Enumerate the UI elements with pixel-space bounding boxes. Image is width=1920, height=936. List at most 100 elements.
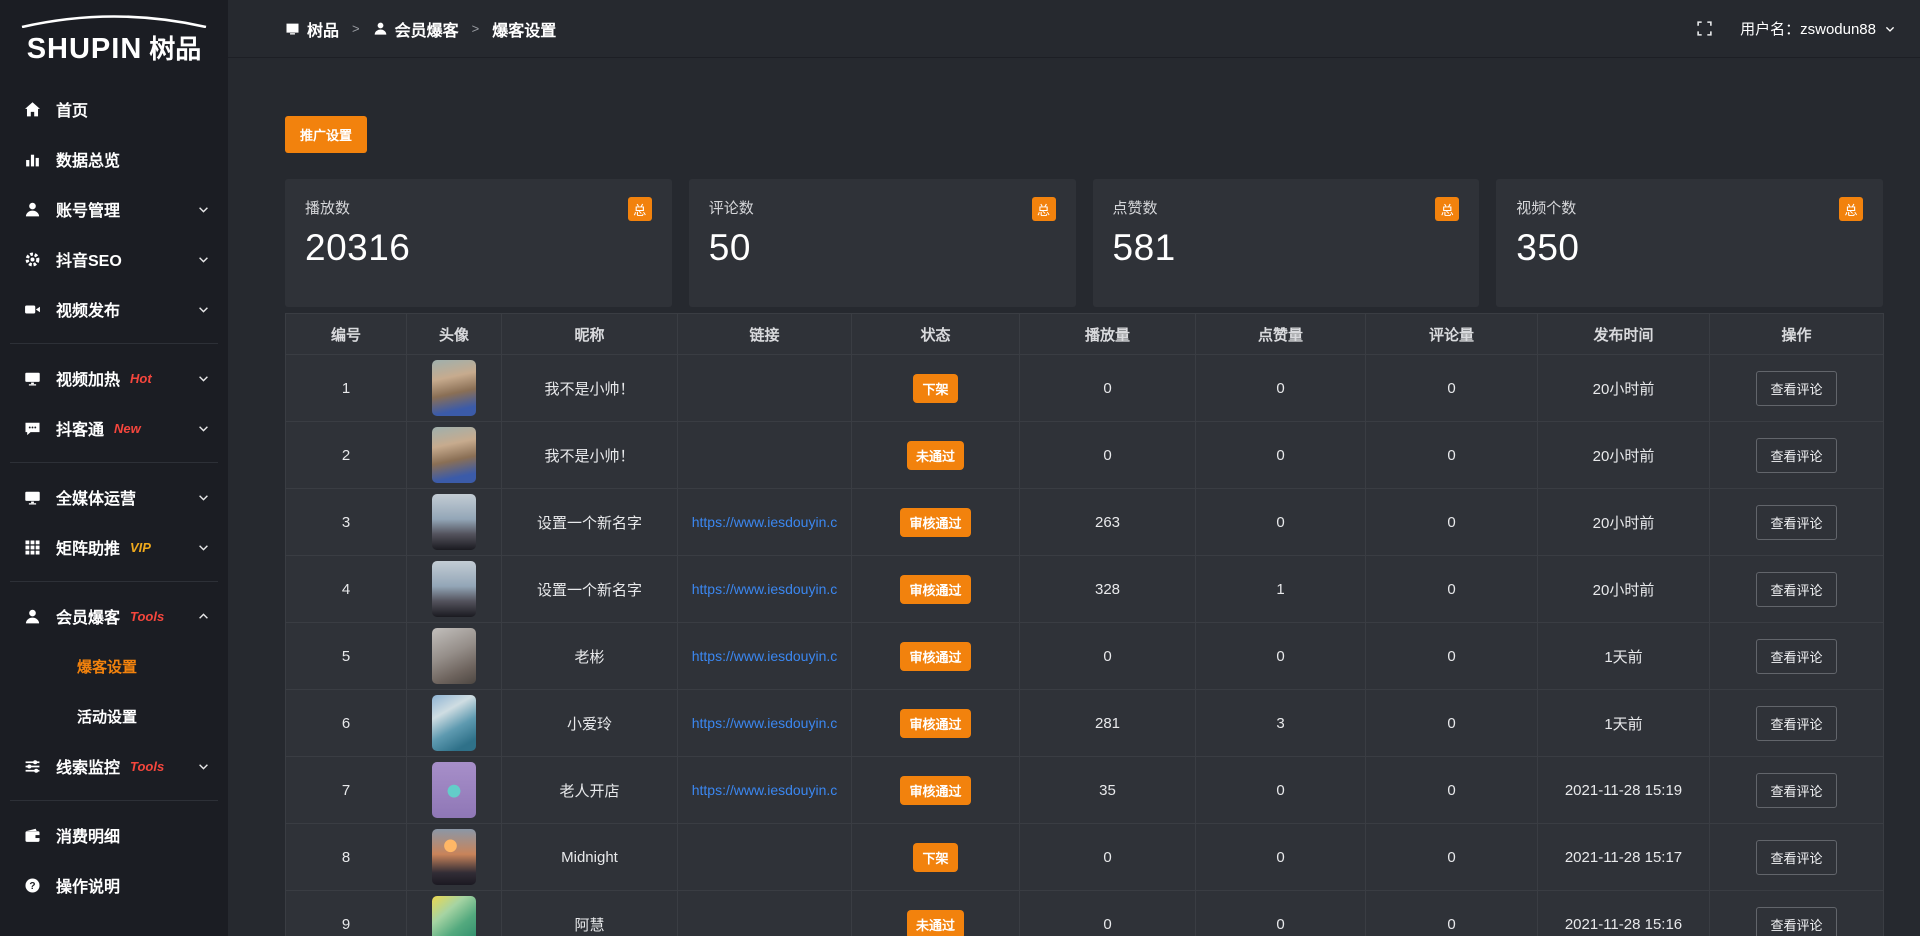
sidebar-item-matrix-boost[interactable]: 矩阵助推VIP [0, 522, 228, 572]
username-menu[interactable]: 用户名：zswodun88 [1740, 18, 1896, 39]
comment-count: 0 [1366, 422, 1538, 489]
column-header: 操作 [1710, 314, 1884, 355]
view-comments-button[interactable]: 查看评论 [1756, 706, 1836, 741]
view-comments-button[interactable]: 查看评论 [1756, 371, 1836, 406]
sidebar-item-badge: Hot [130, 371, 152, 386]
chevron-down-icon [197, 253, 210, 266]
view-comments-button[interactable]: 查看评论 [1756, 907, 1836, 936]
chevron-down-icon [197, 203, 210, 216]
table-row: 9阿慧未通过0002021-11-28 15:16查看评论 [286, 891, 1884, 936]
sidebar-item-data-overview[interactable]: 数据总览 [0, 134, 228, 184]
avatar-cell [407, 824, 502, 891]
play-count: 328 [1020, 556, 1196, 623]
comment-count: 0 [1366, 757, 1538, 824]
like-count: 0 [1196, 891, 1366, 936]
sidebar-item-media-operation[interactable]: 全媒体运营 [0, 472, 228, 522]
sidebar-item-video-heat[interactable]: 视频加热Hot [0, 353, 228, 403]
username-label: 用户名：zswodun88 [1740, 18, 1876, 39]
chevron-down-icon [197, 422, 210, 435]
video-link[interactable]: https://www.iesdouyin.c [692, 514, 838, 530]
sidebar-item-member-baoke[interactable]: 会员爆客Tools [0, 591, 228, 641]
breadcrumb-item[interactable]: 树品 [285, 17, 339, 41]
link-cell: https://www.iesdouyin.c [678, 556, 852, 623]
sidebar-item-doukertong[interactable]: 抖客通New [0, 403, 228, 453]
sidebar-item-douyin-seo[interactable]: 抖音SEO [0, 234, 228, 284]
row-id: 5 [286, 623, 407, 690]
sidebar-item-operation-guide[interactable]: ?操作说明 [0, 860, 228, 910]
monitor-icon [24, 489, 41, 506]
chevron-down-icon [197, 372, 210, 385]
avatar-cell [407, 422, 502, 489]
status-cell: 未通过 [852, 422, 1020, 489]
avatar-cell [407, 690, 502, 757]
video-link[interactable]: https://www.iesdouyin.c [692, 715, 838, 731]
sidebar-item-badge: VIP [130, 540, 151, 555]
row-id: 9 [286, 891, 407, 936]
fullscreen-button[interactable] [1697, 21, 1712, 36]
sidebar-item-clue-monitor[interactable]: 线索监控Tools [0, 741, 228, 791]
breadcrumb-item[interactable]: 会员爆客 [373, 17, 459, 41]
play-count: 35 [1020, 757, 1196, 824]
stat-value: 581 [1113, 227, 1460, 269]
status-badge: 审核通过 [900, 776, 970, 805]
status-cell: 审核通过 [852, 623, 1020, 690]
breadcrumb-label: 会员爆客 [395, 17, 459, 41]
view-comments-button[interactable]: 查看评论 [1756, 840, 1836, 875]
video-table-wrap: 编号头像昵称链接状态播放量点赞量评论量发布时间操作1我不是小帅！下架00020小… [285, 313, 1883, 936]
promo-settings-button[interactable]: 推广设置 [285, 116, 367, 153]
monitor-icon [24, 370, 41, 387]
avatar-cell [407, 556, 502, 623]
sidebar-item-video-publish[interactable]: 视频发布 [0, 284, 228, 334]
column-header: 点赞量 [1196, 314, 1366, 355]
status-badge: 下架 [913, 374, 957, 403]
avatar [432, 427, 476, 483]
like-count: 0 [1196, 623, 1366, 690]
view-comments-button[interactable]: 查看评论 [1756, 505, 1836, 540]
sidebar-item-label: 数据总览 [56, 147, 120, 171]
sidebar-subitem-activity-settings[interactable]: 活动设置 [0, 691, 228, 741]
sidebar-item-home[interactable]: 首页 [0, 84, 228, 134]
link-cell: https://www.iesdouyin.c [678, 690, 852, 757]
sidebar-divider [10, 462, 218, 463]
avatar-cell [407, 489, 502, 556]
sidebar-item-account-management[interactable]: 账号管理 [0, 184, 228, 234]
stat-label: 视频个数 [1516, 197, 1576, 218]
video-link[interactable]: https://www.iesdouyin.c [692, 648, 838, 664]
comment-count: 0 [1366, 556, 1538, 623]
avatar-cell [407, 891, 502, 936]
row-id: 6 [286, 690, 407, 757]
table-row: 8Midnight下架0002021-11-28 15:17查看评论 [286, 824, 1884, 891]
comment-count: 0 [1366, 824, 1538, 891]
status-cell: 审核通过 [852, 556, 1020, 623]
publish-time: 1天前 [1538, 623, 1710, 690]
person-icon [373, 21, 388, 36]
play-count: 0 [1020, 355, 1196, 422]
sidebar-item-label: 首页 [56, 97, 88, 121]
sidebar-item-consumption-detail[interactable]: 消费明细 [0, 810, 228, 860]
link-cell [678, 891, 852, 936]
video-link[interactable]: https://www.iesdouyin.c [692, 581, 838, 597]
column-header: 头像 [407, 314, 502, 355]
nickname: 我不是小帅！ [502, 355, 678, 422]
video-link[interactable]: https://www.iesdouyin.c [692, 782, 838, 798]
sidebar-subitem-label: 爆客设置 [77, 656, 137, 677]
app-logo[interactable]: SHUPIN 树品 [0, 0, 228, 74]
view-comments-button[interactable]: 查看评论 [1756, 572, 1836, 607]
stat-card-likes: 点赞数总581 [1093, 179, 1480, 307]
link-cell: https://www.iesdouyin.c [678, 489, 852, 556]
avatar-cell [407, 355, 502, 422]
sidebar-subitem-baoke-settings[interactable]: 爆客设置 [0, 641, 228, 691]
like-count: 0 [1196, 824, 1366, 891]
row-id: 2 [286, 422, 407, 489]
stat-value: 50 [709, 227, 1056, 269]
stat-value: 20316 [305, 227, 652, 269]
view-comments-button[interactable]: 查看评论 [1756, 773, 1836, 808]
nickname: Midnight [502, 824, 678, 891]
status-badge: 审核通过 [900, 575, 970, 604]
stat-card-videos: 视频个数总350 [1496, 179, 1883, 307]
action-cell: 查看评论 [1710, 355, 1884, 422]
publish-time: 2021-11-28 15:19 [1538, 757, 1710, 824]
view-comments-button[interactable]: 查看评论 [1756, 438, 1836, 473]
view-comments-button[interactable]: 查看评论 [1756, 639, 1836, 674]
chevron-up-icon [197, 610, 210, 623]
